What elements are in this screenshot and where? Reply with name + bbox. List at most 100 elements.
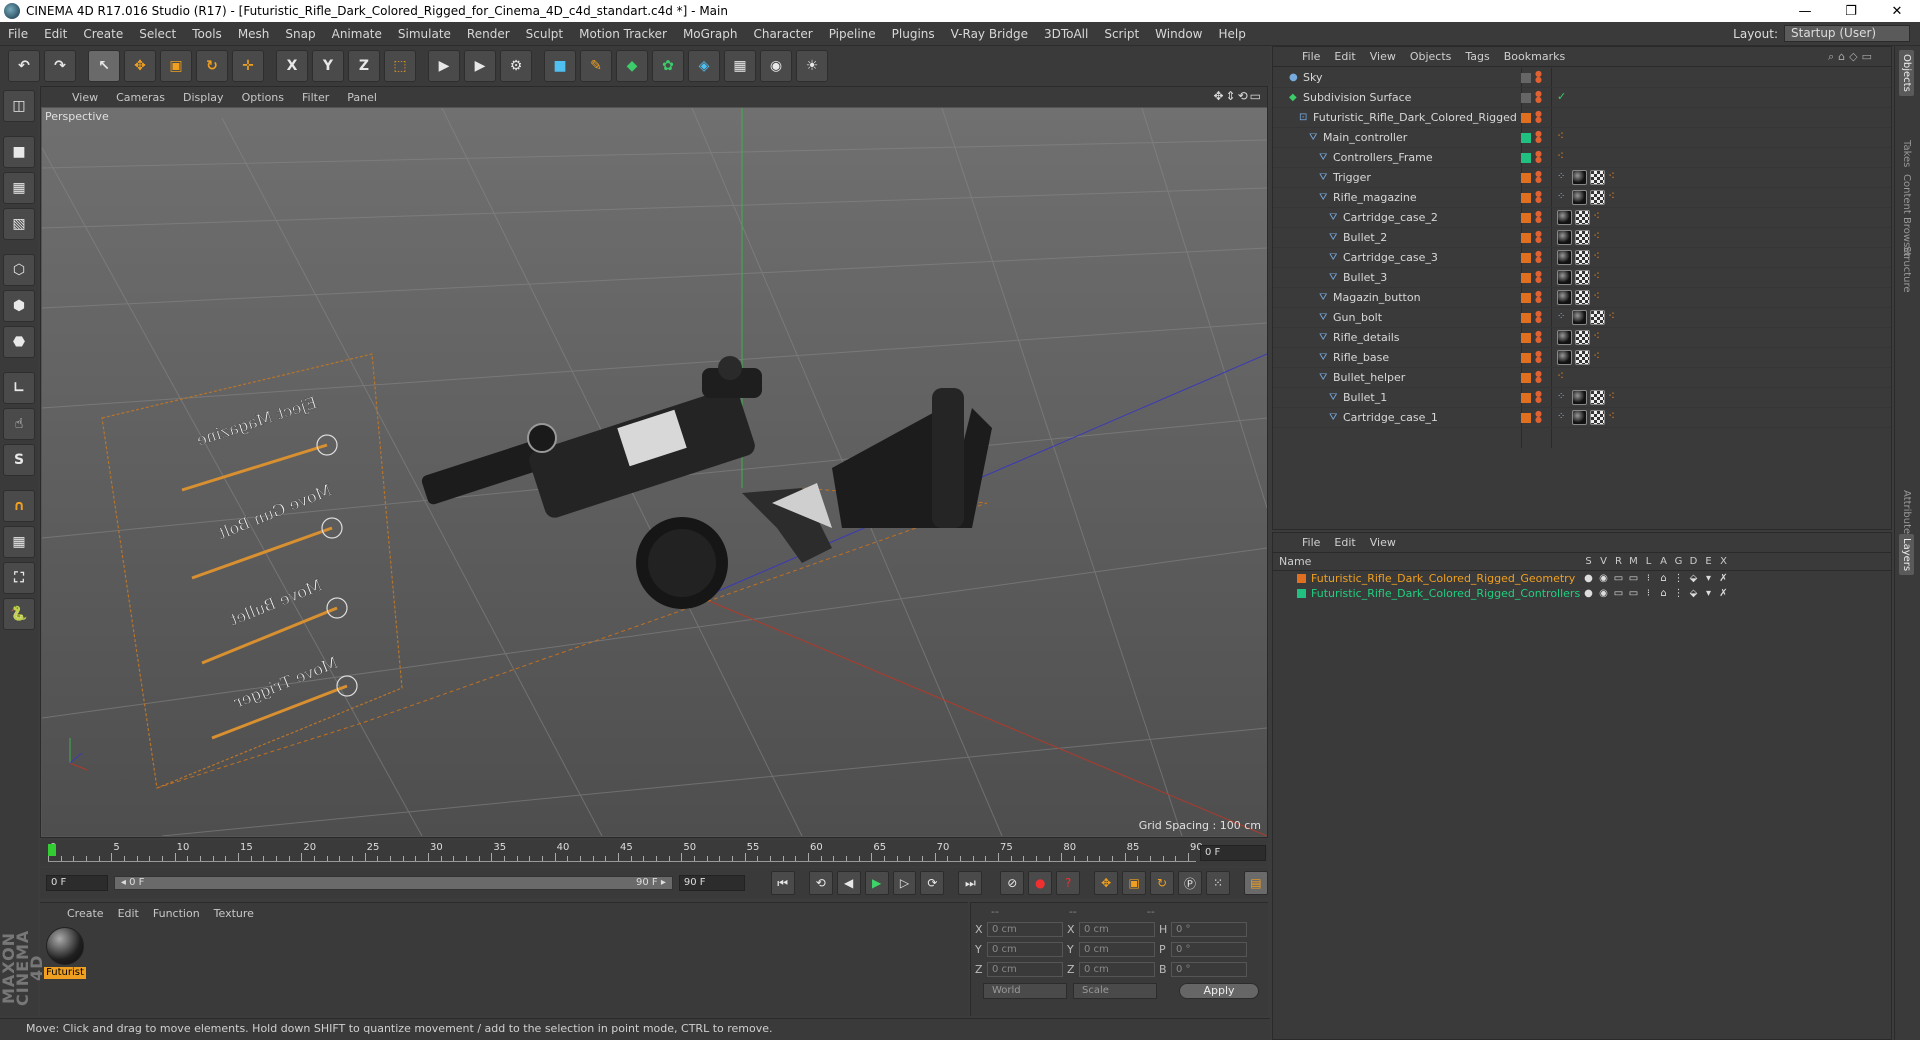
layer-row[interactable]: Futuristic_Rifle_Dark_Colored_Rigged_Geo…: [1273, 571, 1891, 586]
object-row[interactable]: ⛛ Bullet_helper ● ● ⁖: [1273, 368, 1891, 388]
coord-size-field[interactable]: 0 cm: [1079, 941, 1155, 957]
layer-color-swatch[interactable]: [1521, 353, 1531, 363]
side-tab-objects[interactable]: Objects: [1899, 50, 1914, 96]
xpresso-tag-icon[interactable]: ⁖: [1608, 310, 1620, 325]
timeline-window-button[interactable]: ▤: [1243, 871, 1268, 895]
layer-color-swatch[interactable]: [1521, 273, 1531, 283]
layer-column-e[interactable]: E: [1701, 556, 1716, 567]
layer-toggle-icon[interactable]: ⬙: [1686, 587, 1701, 600]
texture-tag-icon[interactable]: [1575, 210, 1590, 225]
move-tool-button[interactable]: ✥: [124, 50, 156, 82]
floor-button[interactable]: ▦: [724, 50, 756, 82]
cube-button[interactable]: ■: [544, 50, 576, 82]
mograph-button[interactable]: ✿: [652, 50, 684, 82]
material-menu-edit[interactable]: Edit: [111, 907, 146, 920]
visibility-dots[interactable]: ● ●: [1535, 390, 1542, 405]
layers-menu-edit[interactable]: Edit: [1327, 536, 1362, 549]
xpresso-tag-icon[interactable]: ⁖: [1557, 370, 1569, 385]
menu-help[interactable]: Help: [1210, 22, 1253, 46]
coord-position-field[interactable]: 0 cm: [987, 961, 1063, 977]
keyframe-selection-button[interactable]: ⊘: [1000, 871, 1025, 895]
layer-color-swatch[interactable]: [1297, 574, 1306, 583]
objects-menu-edit[interactable]: Edit: [1327, 50, 1362, 63]
layers-menu-file[interactable]: File: [1295, 536, 1327, 549]
layer-toggle-icon[interactable]: ●: [1581, 587, 1596, 600]
visibility-dots[interactable]: ● ●: [1535, 70, 1542, 85]
texture-tag-icon[interactable]: [1575, 290, 1590, 305]
material-tag-icon[interactable]: [1572, 310, 1587, 325]
layer-toggle-icon[interactable]: ◉: [1596, 572, 1611, 585]
visibility-dots[interactable]: ● ●: [1535, 290, 1542, 305]
layer-toggle-icon[interactable]: ⬙: [1686, 572, 1701, 585]
side-tab-structure[interactable]: Structure: [1899, 242, 1914, 297]
layer-color-swatch[interactable]: [1521, 193, 1531, 203]
light-button[interactable]: ☀: [796, 50, 828, 82]
layer-color-swatch[interactable]: [1521, 213, 1531, 223]
object-row[interactable]: ⛛ Magazin_button ● ● ⁖: [1273, 288, 1891, 308]
playhead-marker[interactable]: [48, 844, 56, 856]
undo-button[interactable]: ↶: [8, 50, 40, 82]
visibility-dots[interactable]: ● ●: [1535, 130, 1542, 145]
layer-color-swatch[interactable]: [1521, 333, 1531, 343]
layer-color-swatch[interactable]: [1521, 293, 1531, 303]
layer-color-swatch[interactable]: [1521, 93, 1531, 103]
xpresso-tag-icon[interactable]: ⁖: [1593, 330, 1605, 345]
visibility-dots[interactable]: ● ●: [1535, 210, 1542, 225]
visibility-dots[interactable]: ● ●: [1535, 190, 1542, 205]
layer-color-swatch[interactable]: [1521, 413, 1531, 423]
layer-toggle-icon[interactable]: ✗: [1716, 572, 1731, 585]
xpresso-tag-icon[interactable]: ⁖: [1593, 250, 1605, 265]
layer-color-swatch[interactable]: [1521, 253, 1531, 263]
coord-rotation-field[interactable]: 0 °: [1171, 921, 1247, 937]
ik-tag-icon[interactable]: ⁘: [1557, 410, 1569, 425]
object-row[interactable]: ⛛ Bullet_1 ● ● ⁘ ⁖: [1273, 388, 1891, 408]
edges-mode-button[interactable]: ⬢: [3, 290, 35, 322]
menu-render[interactable]: Render: [459, 22, 518, 46]
objects-menu-bookmarks[interactable]: Bookmarks: [1497, 50, 1572, 63]
layer-color-swatch[interactable]: [1521, 393, 1531, 403]
menu-window[interactable]: Window: [1147, 22, 1210, 46]
make-editable-button[interactable]: ◫: [3, 90, 35, 122]
select-tool-button[interactable]: ↖: [88, 50, 120, 82]
start-frame-field[interactable]: 0 F: [46, 875, 108, 891]
menu-mesh[interactable]: Mesh: [230, 22, 278, 46]
key-scale-button[interactable]: ▣: [1122, 871, 1147, 895]
coord-size-field[interactable]: 0 cm: [1079, 961, 1155, 977]
solo-mode-button[interactable]: S: [3, 444, 35, 476]
menu-script[interactable]: Script: [1096, 22, 1147, 46]
visibility-dots[interactable]: ● ●: [1535, 350, 1542, 365]
subdivision-button[interactable]: ◆: [616, 50, 648, 82]
model-mode-button[interactable]: ■: [3, 136, 35, 168]
layer-column-s[interactable]: S: [1581, 556, 1596, 567]
layer-column-g[interactable]: G: [1671, 556, 1686, 567]
layer-color-swatch[interactable]: [1521, 133, 1531, 143]
prev-key-button[interactable]: ⟲: [808, 871, 833, 895]
xpresso-tag-icon[interactable]: ⁖: [1608, 170, 1620, 185]
material-tag-icon[interactable]: [1572, 390, 1587, 405]
layer-color-swatch[interactable]: [1521, 113, 1531, 123]
menu-animate[interactable]: Animate: [324, 22, 390, 46]
menu-snap[interactable]: Snap: [277, 22, 323, 46]
objects-menu-tags[interactable]: Tags: [1458, 50, 1496, 63]
object-row[interactable]: ⛛ Trigger ● ● ⁘ ⁖: [1273, 168, 1891, 188]
objects-menu-file[interactable]: File: [1295, 50, 1327, 63]
visibility-dots[interactable]: ● ●: [1535, 110, 1542, 125]
redo-button[interactable]: ↷: [44, 50, 76, 82]
timeline[interactable]: 051015202530354045505560657075808590 0 F: [40, 840, 1268, 866]
xpresso-tag-icon[interactable]: ⁖: [1593, 270, 1605, 285]
record-button[interactable]: ●: [1028, 871, 1053, 895]
end-frame-field[interactable]: 90 F: [678, 875, 745, 891]
layer-column-m[interactable]: M: [1626, 556, 1641, 567]
ik-tag-icon[interactable]: ⁘: [1557, 390, 1569, 405]
texture-tag-icon[interactable]: [1575, 330, 1590, 345]
layer-column-l[interactable]: L: [1641, 556, 1656, 567]
y-axis-button[interactable]: Y: [312, 50, 344, 82]
ik-tag-icon[interactable]: ⁘: [1557, 310, 1569, 325]
xpresso-tag-icon[interactable]: ⁖: [1557, 150, 1569, 165]
coord-position-field[interactable]: 0 cm: [987, 941, 1063, 957]
object-row[interactable]: ⛛ Cartridge_case_2 ● ● ⁖: [1273, 208, 1891, 228]
layer-toggle-icon[interactable]: ⁝: [1641, 572, 1656, 585]
python-tool-button[interactable]: 🐍: [3, 598, 35, 630]
texture-tag-icon[interactable]: [1590, 190, 1605, 205]
layer-row[interactable]: Futuristic_Rifle_Dark_Colored_Rigged_Con…: [1273, 586, 1891, 601]
